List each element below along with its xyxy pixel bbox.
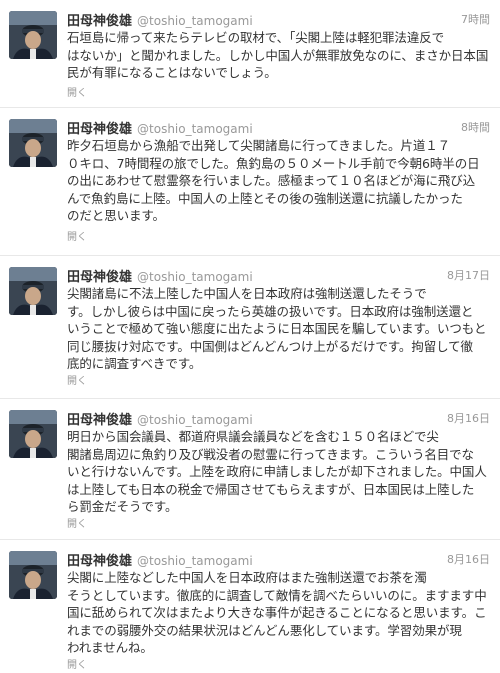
user-handle[interactable]: @toshio_tamogami [137,122,253,136]
tweet-timestamp[interactable]: 8月16日 [447,410,490,426]
user-name[interactable]: 田母神俊雄 [67,122,132,137]
tweet-header: 田母神俊雄 @toshio_tamogami 8月16日 [67,409,492,428]
expand-link[interactable]: 開く [67,515,87,530]
tweet-timestamp[interactable]: 7時間 [461,11,490,27]
tweet-item[interactable]: 田母神俊雄 @toshio_tamogami 7時間 石垣島に帰って来たらテレビの… [0,0,500,108]
avatar-portrait-icon [9,267,57,315]
avatar-portrait-icon [9,551,57,599]
avatar-portrait-icon [9,119,57,167]
avatar[interactable] [9,11,57,59]
user-handle[interactable]: @toshio_tamogami [137,270,253,284]
expand-link[interactable]: 開く [67,656,87,671]
tweet-item[interactable]: 田母神俊雄 @toshio_tamogami 8月16日 明日から国会議員、都道府… [0,399,500,540]
user-name[interactable]: 田母神俊雄 [67,270,132,285]
tweet-item[interactable]: 田母神俊雄 @toshio_tamogami 8月17日 尖閣諸島に不法上陸した中… [0,256,500,399]
avatar[interactable] [9,267,57,315]
tweet-timestamp[interactable]: 8時間 [461,119,490,135]
tweet-item[interactable]: 田母神俊雄 @toshio_tamogami 8時間 昨夕石垣島から漁船で出発して… [0,108,500,256]
tweet-text: 尖閣に上陸などした中国人を日本政府はまた強制送還でお茶を濁 そうとしています。徹… [67,570,487,655]
tweet-text: 明日から国会議員、都道府県議会議員などを含む１５０名ほどで尖 閣諸島周辺に魚釣り… [67,429,487,514]
tweet-header: 田母神俊雄 @toshio_tamogami 8月16日 [67,550,492,569]
tweet-timestamp[interactable]: 8月17日 [447,267,490,283]
user-handle[interactable]: @toshio_tamogami [137,413,253,427]
user-handle[interactable]: @toshio_tamogami [137,14,253,28]
avatar-portrait-icon [9,11,57,59]
expand-link[interactable]: 開く [67,84,87,99]
tweet-text: 尖閣諸島に不法上陸した中国人を日本政府は強制送還したそうで す。しかし彼らは中国… [67,286,487,371]
avatar[interactable] [9,551,57,599]
tweet-item[interactable]: 田母神俊雄 @toshio_tamogami 8月16日 尖閣に上陸などした中国人… [0,540,500,673]
user-name[interactable]: 田母神俊雄 [67,14,132,29]
tweet-timestamp[interactable]: 8月16日 [447,551,490,567]
expand-link[interactable]: 開く [67,228,87,243]
avatar[interactable] [9,119,57,167]
user-handle[interactable]: @toshio_tamogami [137,554,253,568]
expand-link[interactable]: 開く [67,372,87,387]
tweet-text: 石垣島に帰って来たらテレビの取材で、「尖閣上陸は軽犯罪法違反で はないか」と聞か… [67,30,489,80]
tweet-timeline: 田母神俊雄 @toshio_tamogami 7時間 石垣島に帰って来たらテレビの… [0,0,500,673]
tweet-header: 田母神俊雄 @toshio_tamogami 8時間 [67,118,492,137]
avatar-portrait-icon [9,410,57,458]
user-name[interactable]: 田母神俊雄 [67,554,132,569]
tweet-header: 田母神俊雄 @toshio_tamogami 8月17日 [67,266,492,285]
user-name[interactable]: 田母神俊雄 [67,413,132,428]
avatar[interactable] [9,410,57,458]
tweet-text: 昨夕石垣島から漁船で出発して尖閣諸島に行ってきました。片道１７ ０キロ、7時間程… [67,138,480,223]
tweet-header: 田母神俊雄 @toshio_tamogami 7時間 [67,10,492,29]
